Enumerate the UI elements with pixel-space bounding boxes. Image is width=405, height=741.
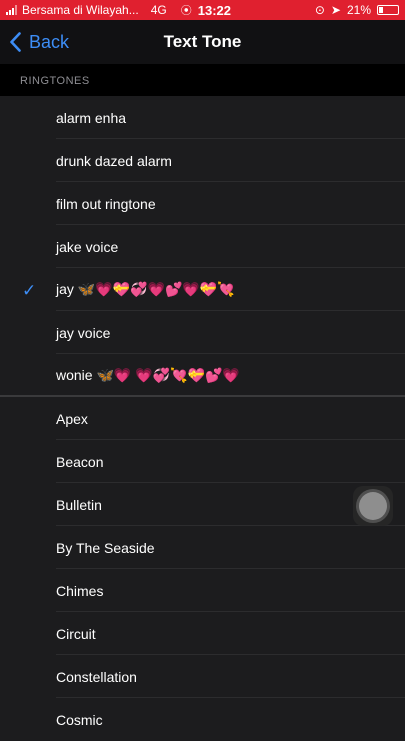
tone-row[interactable]: drunk dazed alarm [0,139,405,182]
tone-label: jay 🦋💗💝💞💗💕💗💝💘 [56,281,235,297]
custom-ringtones-list: alarm enha drunk dazed alarm film out ring… [0,96,405,397]
checkmark-icon: ✓ [22,281,37,300]
tone-label: Beacon [56,453,104,470]
tone-row[interactable]: ✓ jay 🦋💗💝💞💗💕💗💝💘 [0,268,405,311]
battery-percent: 21% [346,3,371,17]
tone-label: Apex [56,410,88,427]
tone-row[interactable]: alarm enha [0,96,405,139]
status-right: ⊙ ➤ 21% [315,3,399,17]
status-bar: Bersama di Wilayah... 4G ⦿ 13:22 ⊙ ➤ 21% [0,0,405,20]
carrier-name: Bersama di Wilayah... [22,3,139,17]
orientation-lock-icon: ⊙ [314,3,325,17]
tone-row[interactable]: film out ringtone [0,182,405,225]
tone-row[interactable]: Beacon [0,440,405,483]
network-type: 4G [150,3,167,17]
assistive-touch-button[interactable] [353,486,393,526]
tone-row[interactable]: wonie 🦋💗 💗💞💘💝💕💗 [0,354,405,397]
tone-label: drunk dazed alarm [56,152,172,169]
tone-label: film out ringtone [56,195,156,212]
tone-label: Chimes [56,582,104,599]
tone-label: Circuit [56,625,96,642]
signal-icon [6,5,17,15]
tone-row[interactable]: By The Seaside [0,526,405,569]
clock: 13:22 [197,2,231,18]
tone-row[interactable]: Apex [0,397,405,440]
system-tones-list: Apex Beacon Bulletin By The Seaside Chimes Ci… [0,397,405,741]
tone-label: Bulletin [56,496,102,513]
page-title: Text Tone [163,32,242,51]
location-icon: ➤ [330,3,341,17]
tone-row[interactable]: jake voice [0,225,405,268]
tone-row[interactable]: Chimes [0,569,405,612]
battery-icon [377,5,399,15]
tone-row[interactable]: Bulletin [0,483,405,526]
tone-row[interactable]: jay voice [0,311,405,354]
tone-row[interactable]: Constellation [0,655,405,698]
screen-record-icon: ⦿ [180,5,192,17]
tone-row[interactable]: Circuit [0,612,405,655]
tone-label: jake voice [56,238,119,255]
tone-label: wonie 🦋💗 💗💞💘💝💕💗 [56,367,240,383]
tone-label: alarm enha [56,109,127,126]
tone-label: Constellation [56,668,137,685]
section-header-ringtones: RINGTONES [0,64,405,98]
assistive-touch-icon [359,492,387,520]
navigation-bar: Back Text Tone [0,20,405,64]
tone-label: jay voice [56,324,111,341]
tone-label: By The Seaside [56,539,155,556]
